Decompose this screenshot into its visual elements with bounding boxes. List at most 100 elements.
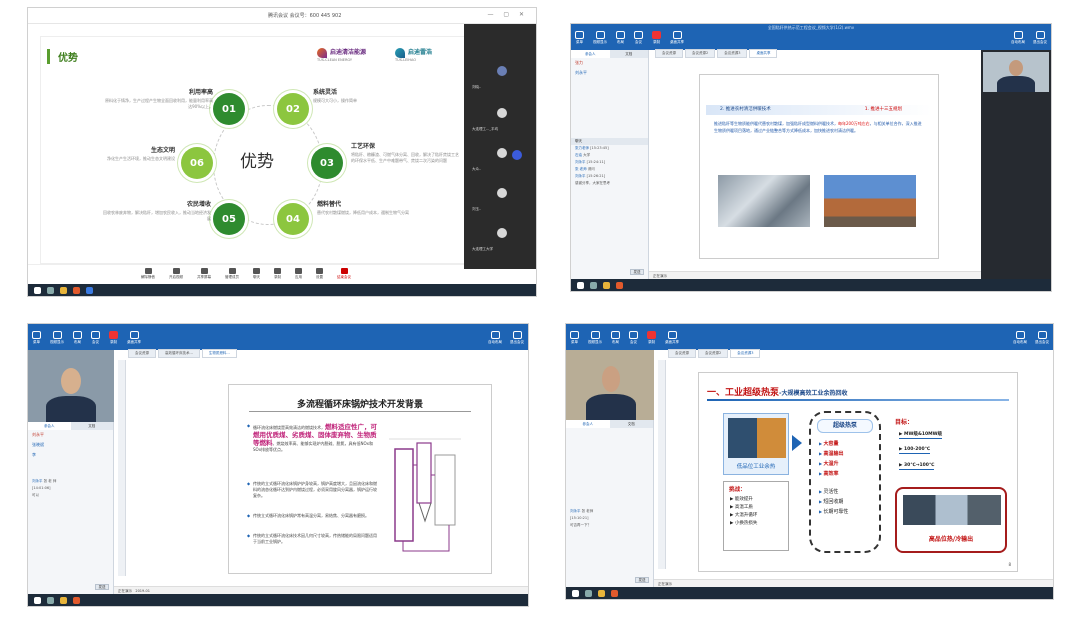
layout-icon: [73, 331, 82, 339]
exit-meeting-button[interactable]: 退出会议: [1033, 31, 1047, 45]
manage-members-button[interactable]: 管理成员: [225, 267, 239, 280]
browser-icon[interactable]: [73, 596, 80, 604]
doc-tab[interactable]: 会议资源: [655, 49, 683, 58]
exit-icon: [512, 331, 522, 339]
auto-layout-button[interactable]: 自动布局: [488, 331, 502, 345]
record-button[interactable]: 录制: [109, 331, 118, 345]
participant-tile[interactable]: 大众..: [470, 136, 532, 172]
browser-icon[interactable]: [616, 281, 623, 289]
folder-icon[interactable]: [598, 589, 605, 597]
screen-heat-pump-meeting: 菜单 视频显示 布局 会议 录制 桌面共享 自动布局 退出会议 参会人 文档 刘…: [566, 324, 1053, 599]
apps-button[interactable]: 应用: [295, 267, 302, 280]
layout-button[interactable]: 布局: [616, 31, 625, 45]
auto-layout-button[interactable]: 自动布局: [1013, 331, 1027, 345]
video-display-button[interactable]: 视频显示: [50, 331, 64, 345]
participant-tile[interactable]: 刘玉..: [470, 176, 532, 212]
search-icon[interactable]: [47, 286, 54, 294]
doc-tab[interactable]: 会议资源: [668, 349, 696, 358]
layout-button[interactable]: 布局: [73, 331, 82, 345]
microphone-icon: [590, 331, 600, 339]
desktop-share-button[interactable]: 桌面共享: [665, 331, 679, 345]
record-button[interactable]: 录制: [647, 331, 656, 345]
doc-tab[interactable]: 高效循环床技术...: [158, 349, 200, 358]
settings-button[interactable]: 设置: [316, 267, 323, 280]
participant-row[interactable]: 刘永平: [28, 430, 113, 440]
video-display-button[interactable]: 视频显示: [593, 31, 607, 45]
advantage-3: 工艺环保 将秸秆、粮糠渣、可燃气体分离、回收，解决了秸秆焚烧工艺的环保水平低、生产…: [351, 143, 459, 163]
exit-meeting-button[interactable]: 退出会议: [1035, 331, 1049, 345]
page-number: 8: [1008, 562, 1011, 567]
video-button[interactable]: 开启视频: [169, 267, 183, 280]
exit-meeting-button[interactable]: 退出会议: [510, 331, 524, 345]
folder-icon[interactable]: [60, 286, 67, 294]
tab-documents[interactable]: 文档: [610, 420, 654, 428]
window-controls[interactable]: — ▢ ✕: [487, 11, 528, 18]
menu-button[interactable]: 菜单: [32, 331, 41, 345]
record-button[interactable]: 录制: [652, 31, 661, 45]
video-display-button[interactable]: 视频显示: [588, 331, 602, 345]
desktop-share-button[interactable]: 桌面共享: [670, 31, 684, 45]
start-icon[interactable]: [577, 281, 584, 289]
tab-participants[interactable]: 参会人: [28, 422, 71, 430]
doc-tab[interactable]: 会议资源: [128, 349, 156, 358]
start-icon[interactable]: [572, 589, 579, 597]
screen-boiler-meeting: 菜单 视频显示 布局 会议 录制 桌面共享 自动布局 退出会议 参会人 文档 刘…: [28, 324, 528, 606]
participant-tile[interactable]: 大连理工..._平均: [470, 96, 532, 132]
browser-icon[interactable]: [611, 589, 618, 597]
folder-icon[interactable]: [603, 281, 610, 289]
participant-row[interactable]: 刘永平: [571, 68, 648, 78]
participant-tile[interactable]: 刘晓..: [470, 54, 532, 90]
windows-taskbar: [28, 284, 536, 296]
participant-row[interactable]: 张晓斌: [28, 440, 113, 450]
meeting-button[interactable]: 会议: [629, 331, 638, 345]
doc-tab[interactable]: 会议资源3: [730, 349, 761, 358]
doc-tab[interactable]: 桌面共享: [749, 49, 778, 58]
drawing-tools[interactable]: [658, 360, 666, 569]
record-icon: [109, 331, 118, 339]
video-pane: [981, 50, 1051, 279]
meeting-icon: [629, 331, 638, 339]
participant-row[interactable]: 李: [28, 450, 113, 460]
microphone-icon: [595, 31, 605, 39]
start-icon[interactable]: [34, 286, 41, 294]
layout-button[interactable]: 布局: [611, 331, 620, 345]
chat-line: 刘永平 [15:26:21]: [575, 174, 606, 178]
doc-tab[interactable]: 生物质燃料...: [201, 349, 237, 358]
browser-icon[interactable]: [73, 286, 80, 294]
tab-participants[interactable]: 参会人: [571, 50, 610, 58]
send-button[interactable]: 发送: [95, 584, 109, 590]
participant-tile[interactable]: 大连理工大学: [470, 216, 532, 252]
chat-button[interactable]: 聊天: [253, 267, 260, 280]
chat-line: [15:10:21]: [570, 516, 589, 520]
menu-button[interactable]: 菜单: [575, 31, 584, 45]
app-icon[interactable]: [86, 286, 93, 294]
camera-icon: [172, 267, 180, 274]
drawing-tools[interactable]: [118, 360, 126, 576]
menu-button[interactable]: 菜单: [570, 331, 579, 345]
start-icon[interactable]: [34, 596, 41, 604]
mute-button[interactable]: 解除静音: [141, 267, 155, 280]
folder-icon[interactable]: [60, 596, 67, 604]
doc-tab[interactable]: 会议资源2: [685, 49, 716, 58]
desktop-share-button[interactable]: 桌面共享: [127, 331, 141, 345]
meeting-button[interactable]: 会议: [91, 331, 100, 345]
search-icon[interactable]: [47, 596, 54, 604]
tab-participants[interactable]: 参会人: [566, 420, 610, 428]
auto-layout-button[interactable]: 自动布局: [1011, 31, 1025, 45]
search-icon[interactable]: [590, 281, 597, 289]
record-button[interactable]: 录制: [274, 267, 281, 280]
participant-row[interactable]: 张力: [571, 58, 648, 68]
tab-documents[interactable]: 文档: [610, 50, 649, 58]
chat-line: 可以: [32, 493, 39, 497]
doc-tab[interactable]: 会议资源3: [717, 49, 748, 58]
doc-tab[interactable]: 会议资源2: [698, 349, 729, 358]
meeting-button[interactable]: 会议: [634, 31, 643, 45]
share-screen-button[interactable]: 共享屏幕: [197, 267, 211, 280]
send-button[interactable]: 发送: [630, 269, 644, 275]
status-bar: 正在演示 2019-01: [114, 586, 528, 594]
search-icon[interactable]: [585, 589, 592, 597]
factory-photo: [718, 175, 810, 227]
end-meeting-button[interactable]: 结束会议: [337, 267, 351, 280]
send-button[interactable]: 发送: [635, 577, 649, 583]
tab-documents[interactable]: 文档: [71, 422, 114, 430]
